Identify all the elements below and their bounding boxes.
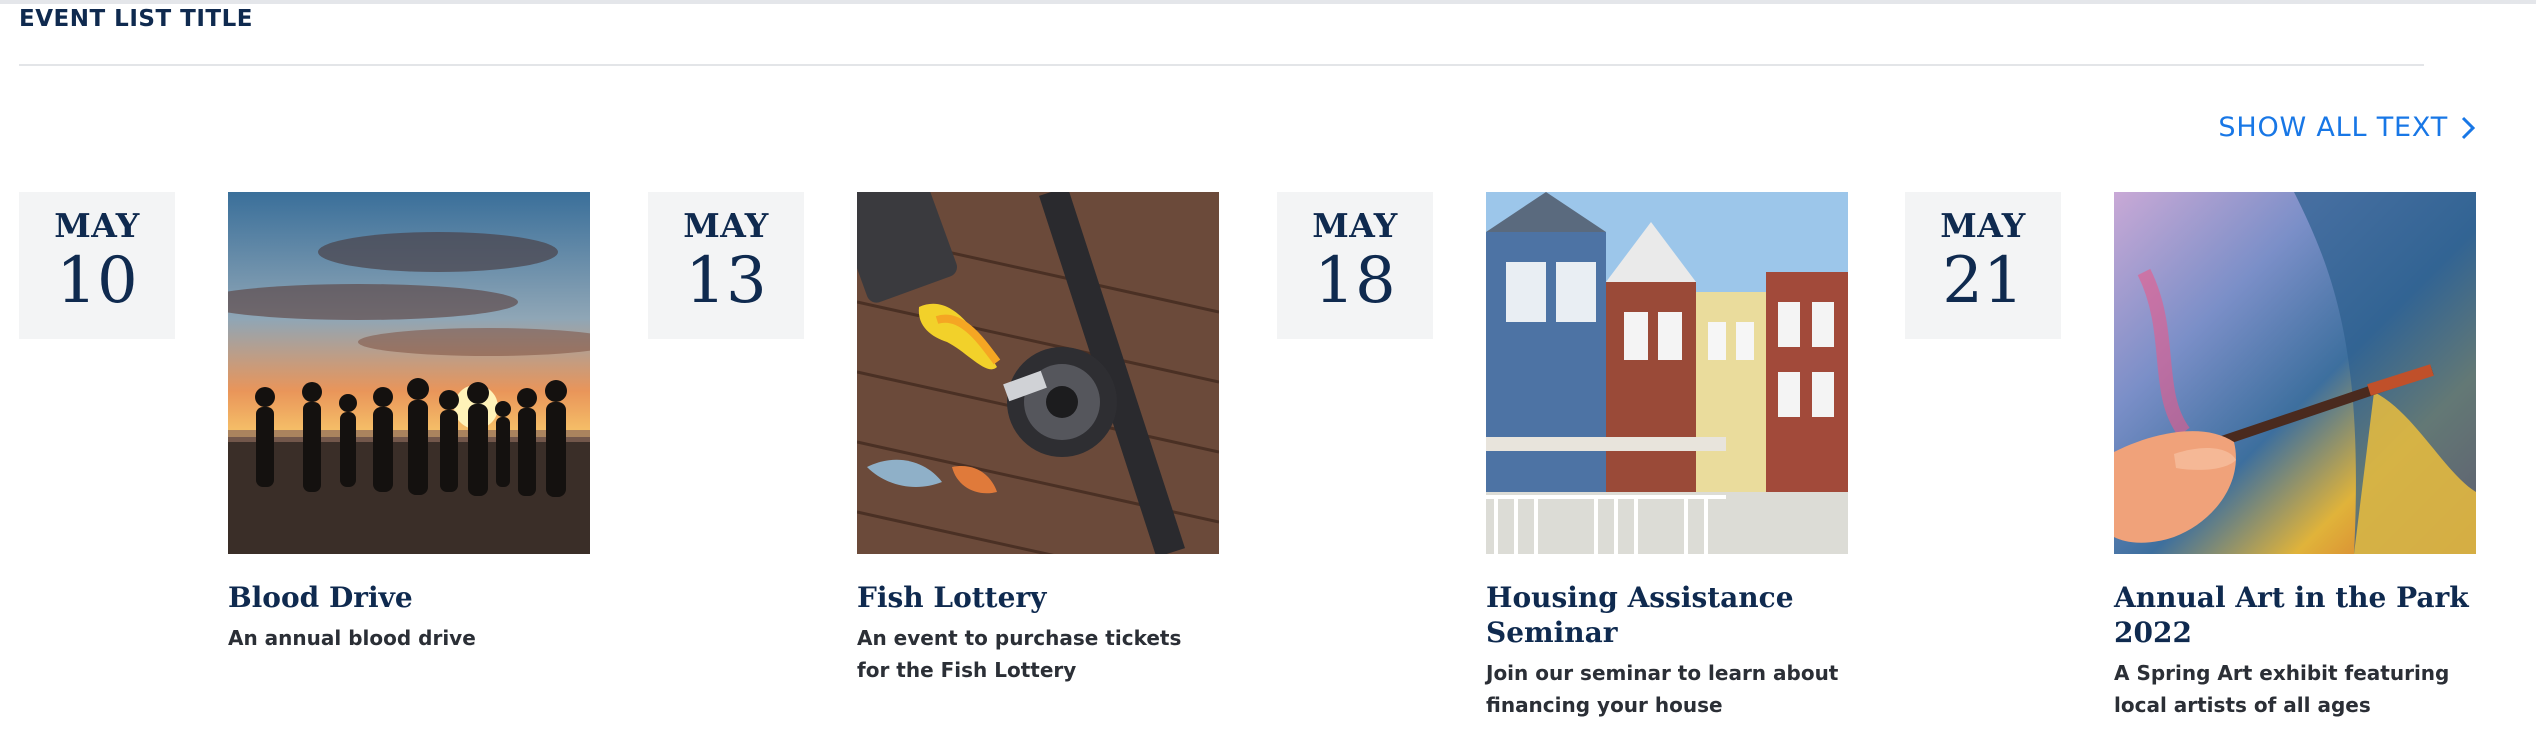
- event-date: MAY 21: [1905, 192, 2061, 339]
- event-month: MAY: [1940, 206, 2026, 245]
- event-month: MAY: [1312, 206, 1398, 245]
- event-day: 21: [1942, 244, 2024, 318]
- event-description: An annual blood drive: [228, 626, 476, 650]
- top-divider: [0, 0, 2536, 4]
- event-day: 13: [685, 244, 767, 318]
- chevron-right-icon: [2461, 116, 2476, 139]
- event-image-fishing-reel[interactable]: [857, 192, 1219, 554]
- event-description: Join our seminar to learn about financin…: [1486, 661, 1839, 717]
- title-divider: [19, 64, 2424, 66]
- event-day: 10: [56, 244, 138, 318]
- event-date: MAY 10: [19, 192, 175, 339]
- event-title-link[interactable]: Annual Art in the Park 2022: [2114, 580, 2476, 650]
- event-title-link[interactable]: Housing Assistance Seminar: [1486, 580, 1848, 650]
- event-day: 18: [1314, 244, 1396, 318]
- event-description: An event to purchase tickets for the Fis…: [857, 626, 1182, 682]
- event-title-link[interactable]: Fish Lottery: [857, 580, 1219, 615]
- event-date: MAY 18: [1277, 192, 1433, 339]
- event-month: MAY: [54, 206, 140, 245]
- show-all-link[interactable]: SHOW ALL TEXT: [2218, 112, 2476, 143]
- event-image-townhouses[interactable]: [1486, 192, 1848, 554]
- event-image-painting[interactable]: [2114, 192, 2476, 554]
- event-list-title: EVENT LIST TITLE: [19, 6, 253, 32]
- event-title-link[interactable]: Blood Drive: [228, 580, 590, 615]
- show-all-label: SHOW ALL TEXT: [2218, 112, 2448, 143]
- event-date: MAY 13: [648, 192, 804, 339]
- event-month: MAY: [683, 206, 769, 245]
- event-description: A Spring Art exhibit featuring local art…: [2114, 661, 2450, 717]
- event-image-sunset-beach[interactable]: [228, 192, 590, 554]
